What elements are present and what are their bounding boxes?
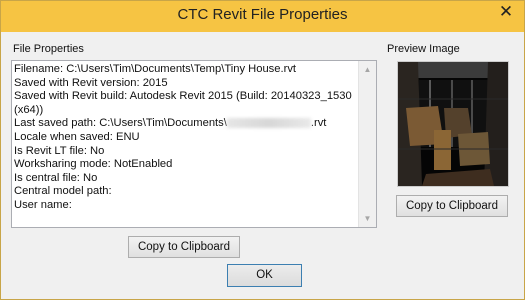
ok-button[interactable]: OK bbox=[227, 264, 302, 287]
scroll-down-icon[interactable]: ▼ bbox=[359, 210, 376, 227]
close-icon[interactable]: ✕ bbox=[496, 2, 516, 22]
copy-preview-button[interactable]: Copy to Clipboard bbox=[396, 195, 508, 217]
is-lt-line: Is Revit LT file: No bbox=[14, 144, 105, 157]
last-saved-path-prefix: Last saved path: C:\Users\Tim\Documents\ bbox=[14, 117, 227, 130]
locale-line: Locale when saved: ENU bbox=[14, 130, 140, 143]
file-properties-label: File Properties bbox=[13, 43, 84, 55]
worksharing-line: Worksharing mode: NotEnabled bbox=[14, 158, 173, 171]
user-name-line: User name: bbox=[14, 198, 72, 211]
vertical-scrollbar[interactable]: ▲ ▼ bbox=[358, 61, 376, 227]
preview-image-label: Preview Image bbox=[387, 43, 460, 55]
copy-properties-button[interactable]: Copy to Clipboard bbox=[128, 236, 240, 258]
is-central-line: Is central file: No bbox=[14, 171, 98, 184]
revit-preview-icon bbox=[398, 62, 508, 186]
saved-build-line-1: Saved with Revit build: Autodesk Revit 2… bbox=[14, 90, 352, 103]
file-properties-textbox[interactable]: Filename: C:\Users\Tim\Documents\Temp\Ti… bbox=[11, 60, 377, 228]
dialog-window: CTC Revit File Properties ✕ File Propert… bbox=[0, 0, 525, 300]
file-properties-text: Filename: C:\Users\Tim\Documents\Temp\Ti… bbox=[14, 63, 358, 213]
scroll-up-icon[interactable]: ▲ bbox=[359, 61, 376, 78]
filename-line: Filename: C:\Users\Tim\Documents\Temp\Ti… bbox=[14, 63, 297, 75]
saved-build-line-2: (x64)) bbox=[14, 103, 44, 116]
last-saved-path-line: Last saved path: C:\Users\Tim\Documents\… bbox=[14, 117, 358, 131]
central-path-line: Central model path: bbox=[14, 185, 112, 198]
saved-version-line: Saved with Revit version: 2015 bbox=[14, 76, 168, 89]
preview-image bbox=[397, 61, 509, 187]
title-bar[interactable]: CTC Revit File Properties ✕ bbox=[1, 1, 524, 32]
blurred-filename bbox=[226, 118, 311, 129]
window-title: CTC Revit File Properties bbox=[177, 6, 348, 23]
last-saved-path-suffix: .rvt bbox=[310, 117, 327, 130]
